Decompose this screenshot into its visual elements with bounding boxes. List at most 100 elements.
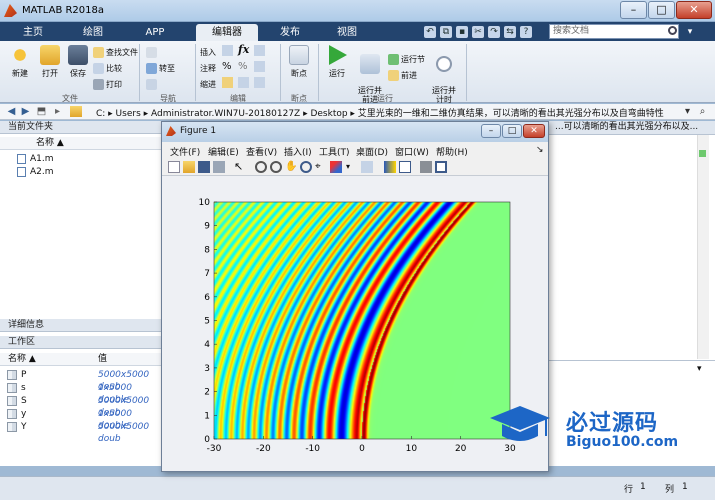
tab-apps[interactable]: APP <box>128 24 182 41</box>
save-figure-icon[interactable] <box>198 161 210 173</box>
run-button[interactable]: 运行 <box>322 45 352 79</box>
increase-indent-icon[interactable] <box>238 77 249 88</box>
find-button[interactable] <box>146 78 159 91</box>
run-section-button[interactable]: 运行节 <box>388 53 425 66</box>
find-files-button[interactable]: 查找文件 <box>93 46 138 59</box>
zoom-in-icon[interactable] <box>255 161 267 173</box>
pointer-icon[interactable]: ↖ <box>234 161 246 173</box>
search-folder-icon[interactable]: ⌕ <box>697 106 708 117</box>
pan-hand-icon[interactable]: ✋ <box>285 161 297 173</box>
insert-button[interactable]: 插入 <box>200 46 216 59</box>
path-dropdown-icon[interactable]: ▾ <box>682 106 693 117</box>
breakpoints-button[interactable]: 断点 <box>284 45 314 79</box>
workspace-row[interactable]: S 5000x5000 doub <box>0 395 164 418</box>
panel-options-icon[interactable]: ▾ <box>697 364 702 374</box>
editor-tab-header[interactable]: ...可以清晰的看出其光强分布以及... <box>543 121 715 135</box>
forward-arrow-icon[interactable]: ▶ <box>20 106 31 117</box>
zoom-out-icon[interactable] <box>270 161 282 173</box>
tab-home[interactable]: 主页 <box>6 24 60 41</box>
collapse-ribbon-icon[interactable]: ▾ <box>684 26 696 38</box>
workspace-row[interactable]: s 1x5000 double <box>0 382 164 405</box>
editor-scrollbar[interactable] <box>697 135 709 359</box>
figure-maximize-button[interactable]: □ <box>502 124 522 138</box>
switch-windows-icon[interactable]: ⇆ <box>504 26 516 38</box>
up-folder-icon[interactable]: ⬒ <box>36 106 47 117</box>
colorbar-icon[interactable] <box>384 161 396 173</box>
goto-button[interactable]: 转至 <box>146 62 175 75</box>
insert-section-icon[interactable] <box>222 45 233 56</box>
comment-percent-icon[interactable]: % <box>222 61 232 72</box>
menu-window[interactable]: 窗口(W) <box>395 145 429 158</box>
help-icon[interactable]: ? <box>520 26 532 38</box>
print-button[interactable]: 打印 <box>93 78 122 91</box>
function-fx-icon[interactable]: fx <box>238 43 249 56</box>
workspace-row[interactable]: Y 5000x5000 doub <box>0 421 164 444</box>
show-plot-tools-icon[interactable] <box>435 161 447 173</box>
current-path[interactable]: C: ▸ Users ▸ Administrator.WIN7U-2018012… <box>96 106 664 119</box>
menu-insert[interactable]: 插入(I) <box>284 145 312 158</box>
wrap-comments-icon[interactable] <box>254 61 265 72</box>
decrease-indent-icon[interactable] <box>254 77 265 88</box>
workspace-row[interactable]: P 5000x5000 doub <box>0 369 164 392</box>
legend-icon[interactable] <box>399 161 411 173</box>
browse-folder-icon[interactable]: ▸ <box>52 106 63 117</box>
workspace-row[interactable]: y 1x5000 double <box>0 408 164 431</box>
compare-button[interactable]: 比较 <box>93 62 122 75</box>
goto-icon <box>146 63 157 74</box>
uncomment-icon[interactable]: % <box>238 61 248 72</box>
maximize-button[interactable]: □ <box>648 1 675 19</box>
figure-minimize-button[interactable]: – <box>481 124 501 138</box>
dock-arrow-icon[interactable]: ↘ <box>536 145 544 155</box>
details-header[interactable]: 详细信息 <box>0 319 164 332</box>
y-tick-label: 1 <box>204 411 210 421</box>
close-button[interactable]: ✕ <box>676 1 712 19</box>
link-plot-icon[interactable] <box>361 161 373 173</box>
search-input[interactable]: 搜索文档 <box>549 24 679 39</box>
tab-plots[interactable]: 绘图 <box>66 24 120 41</box>
menu-view[interactable]: 查看(V) <box>246 145 277 158</box>
current-folder-column-name[interactable]: 名称 ▲ <box>0 137 164 150</box>
menu-help[interactable]: 帮助(H) <box>436 145 468 158</box>
brush-icon[interactable] <box>330 161 342 173</box>
back-arrow-icon[interactable]: ◀ <box>6 106 17 117</box>
file-item[interactable]: A1.m <box>17 153 54 165</box>
workspace-column-value[interactable]: 值 <box>98 353 107 365</box>
copy-icon[interactable]: ⧉ <box>440 26 452 38</box>
open-button[interactable]: 打开 <box>36 45 64 79</box>
insert-menu-icon[interactable] <box>254 45 265 56</box>
tab-editor[interactable]: 编辑器 <box>196 24 258 41</box>
rotate-3d-icon[interactable] <box>300 161 312 173</box>
comment-button[interactable]: 注释 <box>200 62 216 75</box>
data-cursor-icon[interactable]: ⌖ <box>315 161 327 173</box>
save-icon[interactable]: ▪ <box>456 26 468 38</box>
smart-indent-icon[interactable] <box>222 77 233 88</box>
save-button[interactable]: 保存 <box>64 45 92 79</box>
menu-edit[interactable]: 编辑(E) <box>208 145 239 158</box>
tab-publish[interactable]: 发布 <box>264 24 316 41</box>
new-button[interactable]: 新建 <box>6 45 34 79</box>
cut-icon[interactable]: ✂ <box>472 26 484 38</box>
print-figure-icon[interactable] <box>213 161 225 173</box>
menu-tools[interactable]: 工具(T) <box>319 145 350 158</box>
minimize-button[interactable]: – <box>620 1 647 19</box>
tab-view[interactable]: 视图 <box>320 24 374 41</box>
new-figure-icon[interactable] <box>168 161 180 173</box>
indent-button[interactable]: 缩进 <box>200 78 216 91</box>
back-forward-button[interactable] <box>146 46 159 59</box>
file-item[interactable]: A2.m <box>17 166 54 178</box>
hide-plot-tools-icon[interactable] <box>420 161 432 173</box>
undo-icon[interactable]: ↶ <box>424 26 436 38</box>
menu-file[interactable]: 文件(F) <box>170 145 200 158</box>
brush-dropdown-icon[interactable]: ▾ <box>346 161 358 173</box>
open-file-icon[interactable] <box>183 161 195 173</box>
search-icon[interactable] <box>668 26 677 35</box>
menu-desktop[interactable]: 桌面(D) <box>356 145 388 158</box>
watermark-url: Biguo100.com <box>566 434 679 450</box>
run-and-time-button[interactable]: 运行并 计时 <box>428 45 460 104</box>
workspace-header: 工作区 <box>0 336 164 349</box>
figure-close-button[interactable]: ✕ <box>523 124 545 138</box>
workspace-column-name[interactable]: 名称 ▲ <box>8 353 36 365</box>
ribbon-tab-strip: 主页 绘图 APP 编辑器 发布 视图 ↶ ⧉ ▪ ✂ ↷ ⇆ ? 搜索文档 ▾ <box>0 22 715 41</box>
redo-icon[interactable]: ↷ <box>488 26 500 38</box>
advance-button[interactable]: 前进 <box>388 69 417 82</box>
